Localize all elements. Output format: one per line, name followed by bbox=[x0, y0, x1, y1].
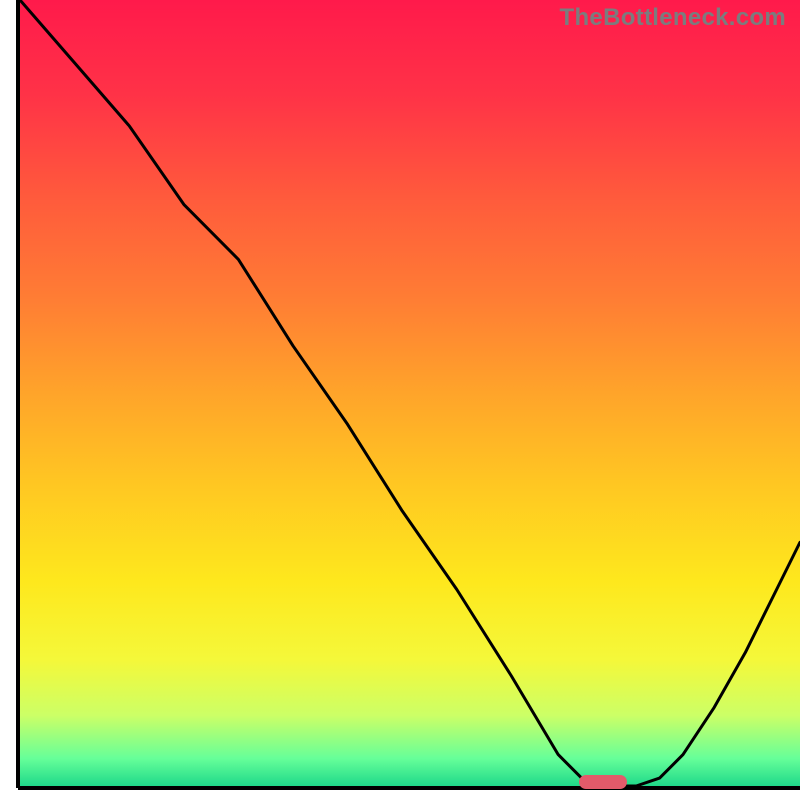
chart-plot bbox=[0, 0, 800, 800]
optimum-marker bbox=[579, 775, 627, 789]
chart-container: TheBottleneck.com bbox=[0, 0, 800, 800]
watermark-text: TheBottleneck.com bbox=[560, 4, 786, 32]
bottleneck-curve bbox=[20, 0, 800, 786]
